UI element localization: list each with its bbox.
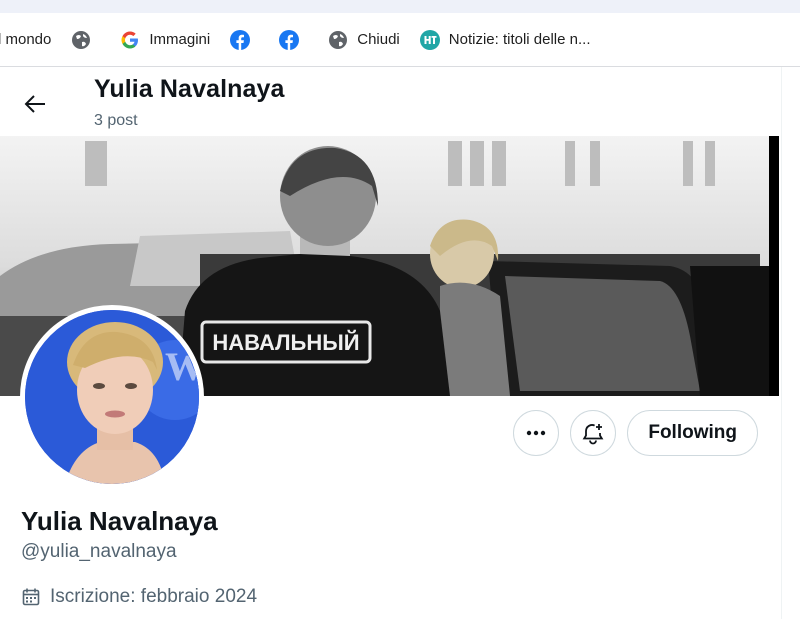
avatar[interactable]: W [25,310,199,484]
bookmarks-bar: l mondo Immagini Chiudi Notizie: titoli … [0,13,800,67]
avatar-photo: W [25,310,199,484]
bookmark-notizie[interactable]: Notizie: titoli delle n... [419,20,591,60]
more-button[interactable] [513,410,560,456]
header-title: Yulia Navalnaya [94,75,285,103]
bookmark-facebook-2[interactable] [279,20,308,60]
back-button[interactable] [18,87,52,121]
notifications-button[interactable] [570,410,617,456]
following-button[interactable]: Following [627,410,758,456]
google-icon [121,31,139,48]
facebook-icon [279,29,300,50]
globe-icon [329,30,348,49]
profile-header: Yulia Navalnaya 3 post [0,67,780,135]
ht-icon [419,29,440,50]
more-horizontal-icon [527,430,546,436]
bookmark-label: l mondo [0,31,52,48]
bookmark-globe[interactable] [71,20,100,60]
bookmark-immagini[interactable]: Immagini [120,20,210,60]
profile-actions: Following [513,410,758,456]
facebook-icon [230,29,251,50]
profile-name: Yulia Navalnaya [21,506,218,536]
bookmark-label: Immagini [149,31,211,48]
join-date: Iscrizione: febbraio 2024 [21,586,257,608]
browser-url-strip [0,0,800,13]
arrow-left-icon [24,95,45,113]
bookmark-label: Chiudi [357,31,400,48]
bell-plus-icon [582,424,604,445]
calendar-icon [22,588,40,606]
globe-icon [72,30,91,49]
bookmark-mondo[interactable]: l mondo [0,20,51,60]
bookmark-label: Notizie: titoli delle n... [448,31,591,48]
profile-handle: @yulia_navalnaya [21,541,177,562]
bookmark-facebook-1[interactable] [230,20,259,60]
avatar-ring: W [20,305,204,489]
join-date-label: Iscrizione: febbraio 2024 [50,586,258,607]
jacket-text: НАВАЛЬНЫЙ [212,330,359,355]
profile-page: Yulia Navalnaya 3 post НАВАЛЬНЫЙ W Follo… [0,67,782,619]
post-count: 3 post [94,112,138,129]
bookmark-chiudi[interactable]: Chiudi [328,20,400,60]
